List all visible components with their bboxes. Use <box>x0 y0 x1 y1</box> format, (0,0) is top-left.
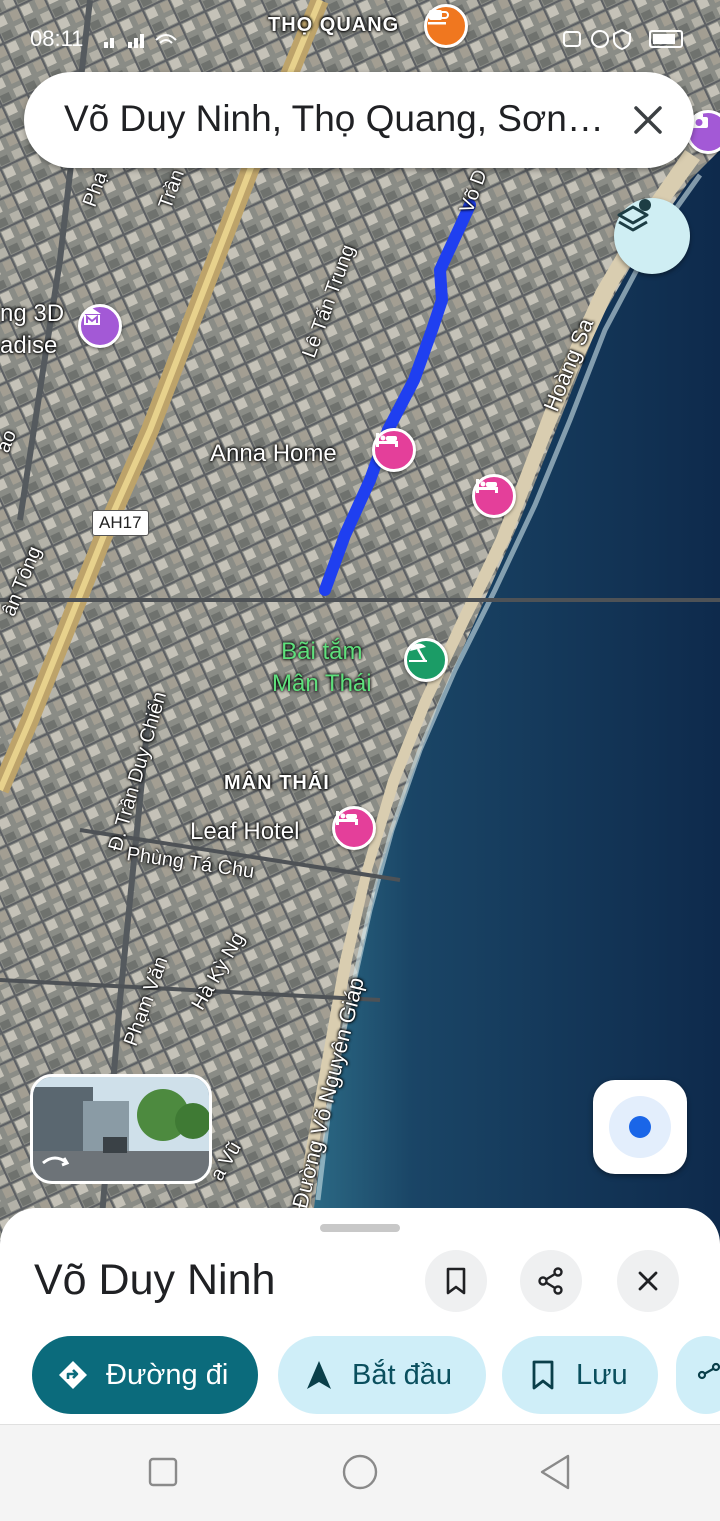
hotel-pin-leaf-hotel[interactable] <box>332 806 376 850</box>
map-label-ng-3d: ng 3D <box>0 300 65 327</box>
map-label-leaf-hotel[interactable]: Leaf Hotel <box>190 818 299 846</box>
circle-icon <box>342 1454 378 1490</box>
map-label-adise: adise <box>0 332 58 359</box>
beach-pin-bai-tam-man-thai[interactable] <box>404 638 448 682</box>
close-sheet-button[interactable] <box>617 1250 679 1312</box>
street-view-thumbnail[interactable] <box>30 1074 212 1184</box>
triangle-back-icon <box>540 1454 570 1490</box>
directions-button[interactable]: Đường đi <box>32 1336 258 1414</box>
back-button[interactable] <box>538 1453 572 1491</box>
status-time: 08:11 <box>30 26 84 51</box>
layers-button[interactable] <box>614 198 690 274</box>
bed-icon <box>476 479 498 493</box>
bookmark-button[interactable] <box>425 1250 487 1312</box>
place-bottom-sheet[interactable]: Võ Duy Ninh Đường đi Bắt đầu Lưu <box>0 1208 720 1426</box>
directions-label: Đường đi <box>106 1358 229 1391</box>
bed-icon <box>336 811 358 825</box>
share-chip-button[interactable] <box>676 1336 720 1414</box>
beach-umbrella-icon <box>409 643 427 662</box>
share-icon <box>696 1358 720 1392</box>
museum-icon <box>83 308 101 325</box>
recents-button[interactable] <box>148 1457 178 1487</box>
save-label: Lưu <box>576 1358 628 1391</box>
navigation-arrow-icon <box>302 1358 336 1392</box>
start-label: Bắt đầu <box>352 1358 452 1391</box>
my-location-button[interactable] <box>593 1080 687 1174</box>
status-bar: 08:11 <box>0 20 720 60</box>
map-label-man-thai: MÂN THÁI <box>224 772 330 794</box>
bookmark-icon <box>526 1358 560 1392</box>
map-label-bai-tam-man-thai[interactable]: Bãi tắm Mân Thái <box>272 636 372 700</box>
search-bar[interactable]: Võ Duy Ninh, Thọ Quang, Sơn Trà, Đà Nẵng <box>24 72 694 168</box>
close-icon <box>638 1271 658 1291</box>
location-dot-icon <box>629 1116 651 1138</box>
square-icon <box>148 1457 178 1487</box>
map-label-anna-home[interactable]: Anna Home <box>210 440 337 468</box>
close-icon <box>634 106 662 134</box>
place-title: Võ Duy Ninh <box>34 1256 276 1304</box>
bookmark-icon <box>446 1267 466 1295</box>
search-query[interactable]: Võ Duy Ninh, Thọ Quang, Sơn Trà, Đà Nẵng <box>64 98 604 140</box>
sheet-drag-handle[interactable] <box>320 1224 400 1232</box>
hotel-pin[interactable] <box>472 474 516 518</box>
museum-pin[interactable] <box>78 304 122 348</box>
status-icons <box>563 28 683 51</box>
save-button[interactable]: Lưu <box>502 1336 658 1414</box>
bed-icon <box>376 433 398 447</box>
signal-icon <box>104 34 177 48</box>
start-navigation-button[interactable]: Bắt đầu <box>278 1336 486 1414</box>
hotel-pin-anna-home[interactable] <box>372 428 416 472</box>
directions-icon <box>56 1358 90 1392</box>
map-view[interactable]: THỌ QUANG Anna Home Bãi tắm Mân Thái MÂN… <box>0 0 720 1240</box>
system-navigation-bar <box>0 1424 720 1521</box>
home-button[interactable] <box>341 1453 379 1491</box>
clear-search-button[interactable] <box>622 94 674 146</box>
share-icon <box>538 1267 563 1295</box>
route-badge-ah17: AH17 <box>92 510 149 536</box>
layers-icon <box>617 199 651 232</box>
share-button[interactable] <box>520 1250 582 1312</box>
street-view-image <box>33 1077 209 1181</box>
